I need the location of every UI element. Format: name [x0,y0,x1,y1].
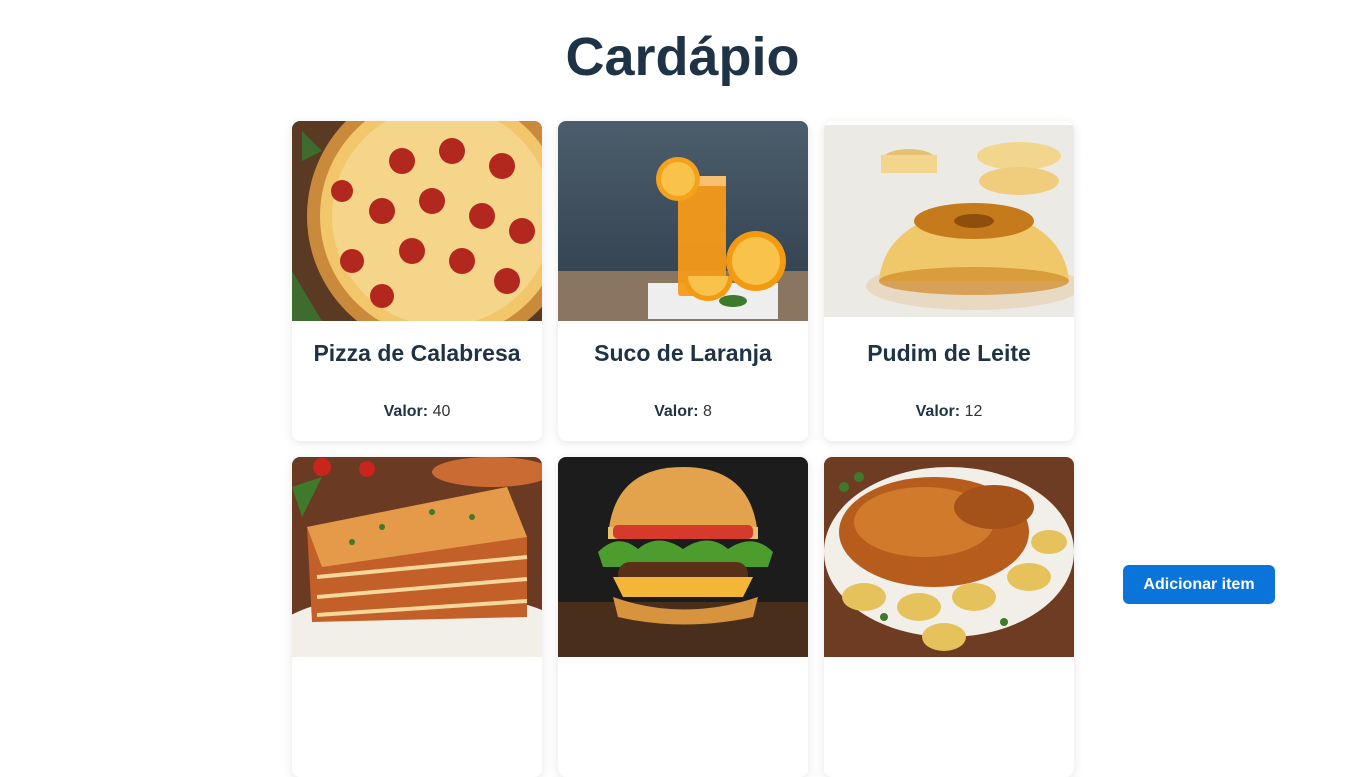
menu-card[interactable] [558,457,808,777]
menu-card[interactable]: Pudim de Leite Valor: 12 [824,121,1074,441]
orange-juice-image [558,121,808,321]
pudding-image [824,121,1074,321]
price-value: 8 [703,403,712,420]
price-label: Valor: [383,403,429,420]
roast-chicken-image [824,457,1074,657]
item-price: Valor: 40 [292,403,542,421]
menu-card[interactable] [824,457,1074,777]
menu-card[interactable]: Pizza de Calabresa Valor: 40 [292,121,542,441]
pizza-image [292,121,542,321]
item-name: Pizza de Calabresa [313,340,521,366]
item-price: Valor: 12 [824,403,1074,421]
menu-grid: Pizza de Calabresa Valor: 40 Suco de Lar… [292,121,1074,777]
item-name: Suco de Laranja [594,340,772,366]
price-label: Valor: [654,403,699,420]
page-title: Cardápio [565,27,800,87]
price-value: 40 [432,403,451,420]
lasagna-image [292,457,542,657]
burger-image [558,457,808,657]
price-value: 12 [964,403,983,420]
menu-card[interactable] [292,457,542,777]
item-name: Pudim de Leite [867,340,1031,366]
add-item-button[interactable]: Adicionar item [1123,565,1275,604]
price-label: Valor: [915,403,961,420]
menu-card[interactable]: Suco de Laranja Valor: 8 [558,121,808,441]
item-price: Valor: 8 [558,403,808,421]
